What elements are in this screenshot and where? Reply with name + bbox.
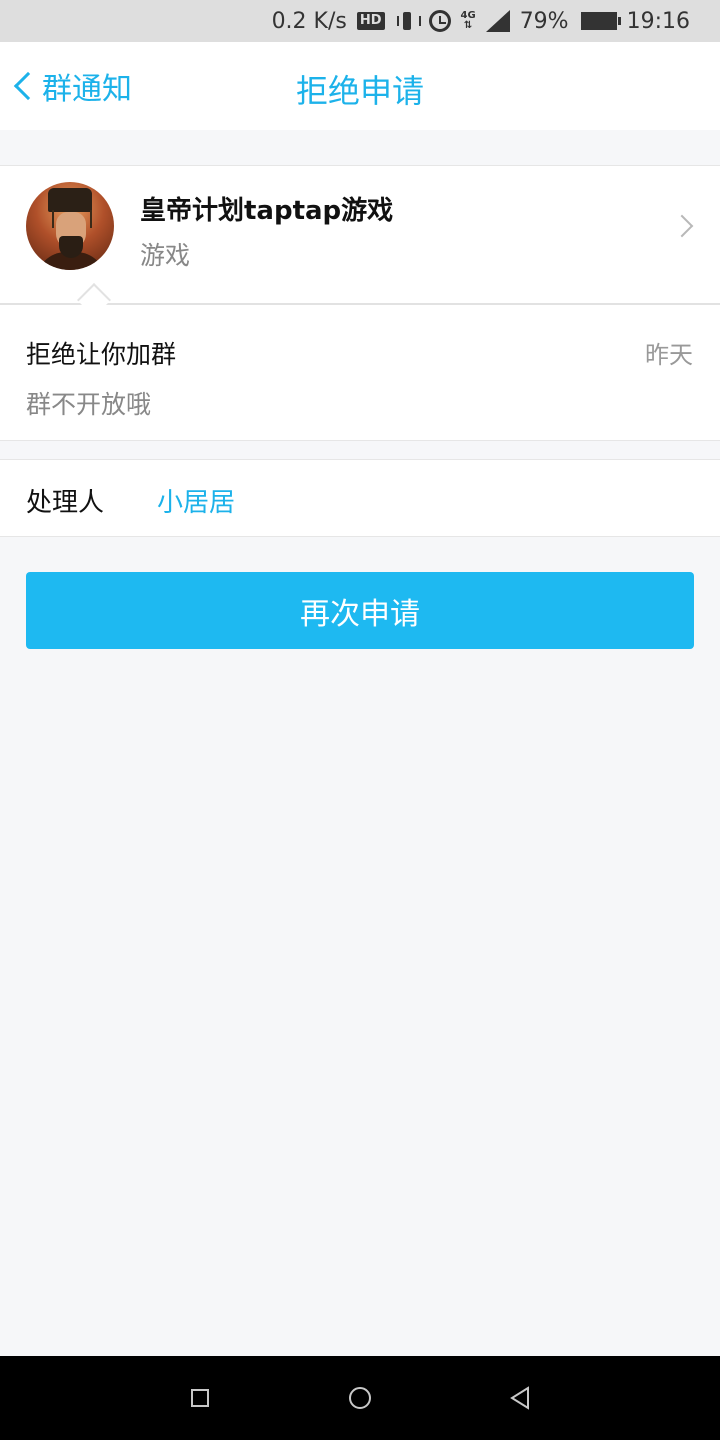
network-4g-icon: 4G ⇅ [460, 10, 476, 31]
square-icon [191, 1389, 209, 1407]
triangle-back-icon [510, 1386, 529, 1410]
group-avatar [26, 182, 114, 270]
system-nav-bar [0, 1356, 720, 1440]
group-type: 游戏 [140, 241, 191, 270]
alarm-icon [428, 10, 451, 32]
home-button[interactable] [330, 1368, 390, 1428]
status-bar: 0.2 K/s HD 4G ⇅ 79% 19:16 [0, 0, 720, 42]
message-body: 群不开放哦 [26, 390, 152, 419]
network-speed: 0.2 K/s [271, 8, 347, 34]
handler-row: 处理人 小居居 [0, 459, 720, 537]
page-title: 拒绝申请 [295, 72, 424, 110]
message-title: 拒绝让你加群 [26, 340, 177, 369]
back-nav-button[interactable] [490, 1368, 550, 1428]
handler-label: 处理人 [26, 488, 105, 518]
message-time: 昨天 [645, 341, 693, 369]
battery-icon [580, 12, 621, 30]
recent-apps-button[interactable] [170, 1368, 230, 1428]
circle-icon [349, 1387, 371, 1409]
reapply-button[interactable]: 再次申请 [26, 572, 694, 649]
group-card[interactable]: 皇帝计划taptap游戏 游戏 [0, 165, 720, 305]
hd-icon: HD [356, 12, 385, 30]
battery-percent: 79% [519, 8, 569, 34]
chevron-right-icon [670, 214, 694, 238]
signal-icon [485, 10, 510, 32]
handler-name-link[interactable]: 小居居 [157, 482, 235, 519]
clock: 19:16 [626, 8, 690, 34]
group-name: 皇帝计划taptap游戏 [140, 196, 394, 226]
rejection-message: 拒绝让你加群 昨天 群不开放哦 [0, 305, 720, 441]
header: 群通知 拒绝申请 [0, 42, 720, 130]
vibrate-icon [395, 11, 421, 31]
